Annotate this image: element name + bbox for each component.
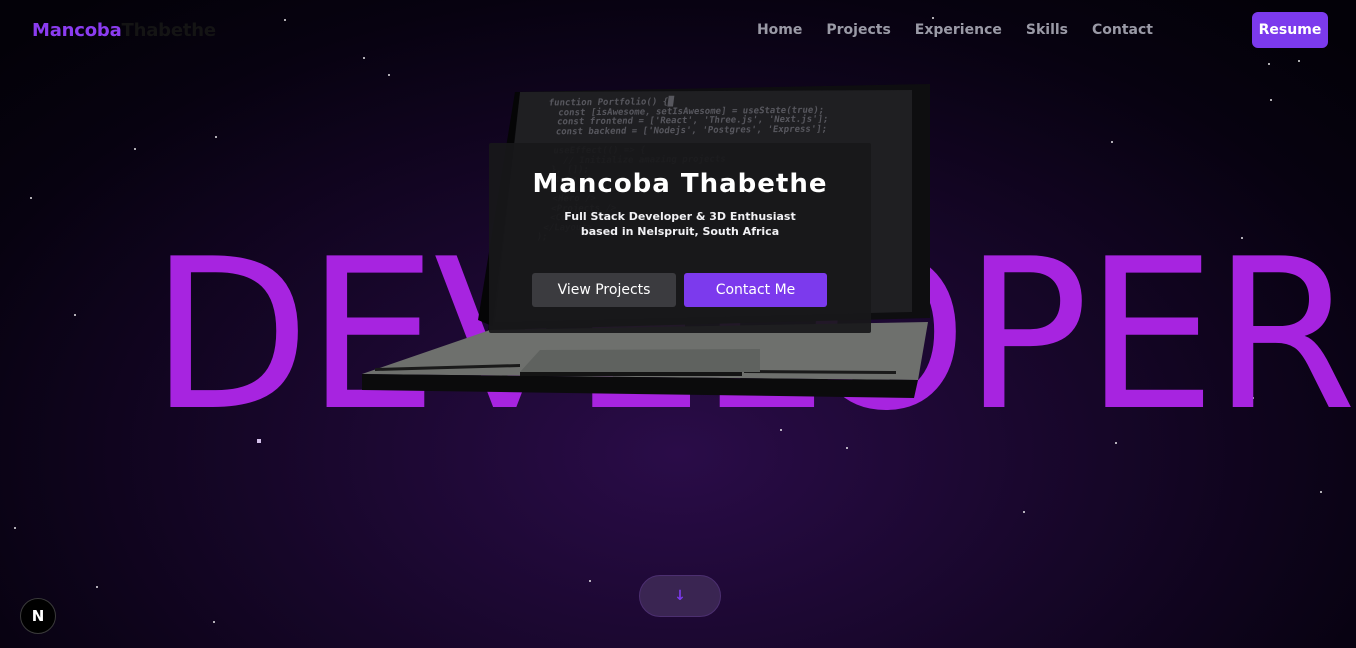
nav-link-home[interactable]: Home xyxy=(757,22,802,38)
nav-link-skills[interactable]: Skills xyxy=(1026,22,1068,38)
hero-subtitle-line1: Full Stack Developer & 3D Enthusiast xyxy=(564,210,796,223)
contact-me-button[interactable]: Contact Me xyxy=(684,273,827,307)
resume-button[interactable]: Resume xyxy=(1252,12,1328,48)
hero-subtitle: Full Stack Developer & 3D Enthusiast bas… xyxy=(489,209,871,239)
logo-last-name: Thabethe xyxy=(121,20,217,41)
navbar: MancobaThabethe Home Projects Experience… xyxy=(0,0,1356,62)
nav-links: Home Projects Experience Skills Contact xyxy=(757,22,1153,38)
hero-name: Mancoba Thabethe xyxy=(532,169,828,199)
view-projects-button[interactable]: View Projects xyxy=(532,273,676,307)
nav-link-projects[interactable]: Projects xyxy=(826,22,890,38)
scroll-down-button[interactable]: ↓ xyxy=(639,575,721,617)
nav-link-experience[interactable]: Experience xyxy=(915,22,1002,38)
nextjs-badge[interactable]: N xyxy=(20,598,56,634)
hero-subtitle-line2: based in Nelspruit, South Africa xyxy=(580,225,780,238)
nav-link-contact[interactable]: Contact xyxy=(1092,22,1153,38)
site-logo[interactable]: MancobaThabethe xyxy=(32,20,216,41)
arrow-down-icon: ↓ xyxy=(674,588,686,604)
hero-card: Mancoba Thabethe Full Stack Developer & … xyxy=(489,143,871,333)
hero-buttons: View Projects Contact Me xyxy=(532,273,827,307)
logo-first-name: Mancoba xyxy=(32,20,122,41)
